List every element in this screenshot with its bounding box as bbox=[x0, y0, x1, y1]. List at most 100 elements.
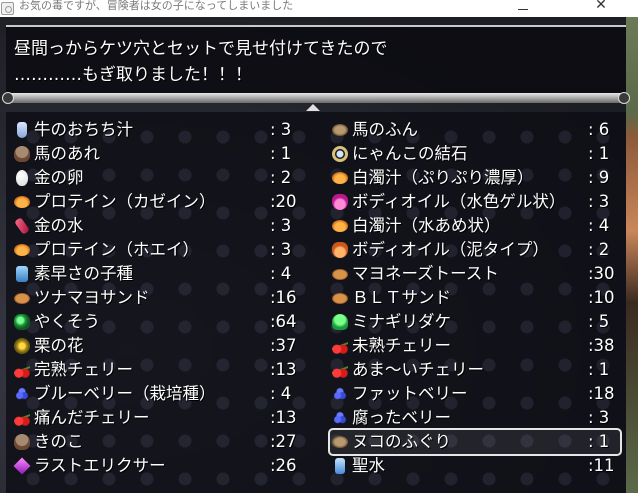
item-quantity: :27 bbox=[270, 432, 297, 451]
cherry-icon bbox=[14, 362, 30, 378]
mushroom-icon bbox=[14, 434, 30, 450]
item-quantity: : 1 bbox=[588, 360, 610, 379]
herb-icon bbox=[14, 314, 30, 330]
item-quantity: : 5 bbox=[588, 312, 610, 331]
item-name: やくそう bbox=[34, 312, 100, 331]
inventory-item[interactable]: 完熟チェリー :13 bbox=[12, 358, 302, 382]
inventory-item[interactable]: 馬のあれ : 1 bbox=[12, 142, 302, 166]
item-name: ミナギリダケ bbox=[352, 312, 451, 331]
inventory-item[interactable]: 牛のおちち汁: 3 bbox=[12, 118, 302, 142]
inventory-item[interactable]: やくそう:64 bbox=[12, 310, 302, 334]
item-name: 金の卵 bbox=[34, 168, 84, 187]
item-name: 金の水 bbox=[34, 216, 84, 235]
gem-icon bbox=[13, 457, 31, 475]
item-list-window: 牛のおちち汁: 3 馬のあれ : 1 金の卵 : 2 プロテイン（カゼイン）:20 金の水:… bbox=[6, 112, 626, 493]
dung-icon bbox=[332, 124, 348, 136]
inventory-item[interactable]: 腐ったベリー: 3 bbox=[330, 406, 620, 430]
ring-icon bbox=[332, 146, 348, 162]
item-quantity: : 3 bbox=[588, 192, 610, 211]
inventory-item[interactable]: きのこ :27 bbox=[12, 430, 302, 454]
item-name: マヨネーズトースト bbox=[352, 264, 499, 283]
inventory-item[interactable]: ラストエリクサー:26 bbox=[12, 454, 302, 478]
item-quantity: : 2 bbox=[270, 168, 292, 187]
item-quantity: :11 bbox=[588, 456, 615, 475]
item-quantity: :10 bbox=[588, 288, 615, 307]
item-name: 白濁汁（水あめ状） bbox=[352, 216, 501, 235]
inventory-item[interactable]: 素早さの子種 : 4 bbox=[12, 262, 302, 286]
shell-icon bbox=[14, 196, 30, 208]
item-quantity: :13 bbox=[270, 360, 297, 379]
inventory-item[interactable]: プロテイン（ホエイ）: 3 bbox=[12, 238, 302, 262]
shell-icon bbox=[14, 244, 30, 256]
item-quantity: : 3 bbox=[270, 120, 292, 139]
item-name: ボディオイル（水色ゲル状） bbox=[352, 192, 566, 211]
item-name: プロテイン（ホエイ） bbox=[34, 240, 199, 259]
inventory-item[interactable]: ミナギリダケ : 5 bbox=[330, 310, 620, 334]
item-quantity: : 1 bbox=[270, 144, 292, 163]
item-quantity: : 3 bbox=[270, 216, 292, 235]
item-quantity: :38 bbox=[588, 336, 615, 355]
item-quantity: : 4 bbox=[588, 216, 610, 235]
inventory-item[interactable]: ファットベリー:18 bbox=[330, 382, 620, 406]
item-quantity: : 1 bbox=[588, 144, 610, 163]
inventory-item[interactable]: ボディオイル（水色ゲル状） : 3 bbox=[330, 190, 620, 214]
item-quantity: : 6 bbox=[588, 120, 610, 139]
inventory-item[interactable]: にゃんこの結石 : 1 bbox=[330, 142, 620, 166]
item-name: きのこ bbox=[34, 432, 84, 451]
item-quantity: : 4 bbox=[270, 384, 292, 403]
inventory-item[interactable]: 栗の花 :37 bbox=[12, 334, 302, 358]
scroll-up-arrow-icon[interactable] bbox=[306, 104, 320, 111]
item-name: あま～いチェリー bbox=[352, 360, 484, 379]
message-window: 昼間っからケツ穴とセットで見せ付けてきたので …………もぎ取りました！！！ bbox=[6, 25, 626, 102]
item-name: ツナマヨサンド bbox=[34, 288, 150, 307]
window-title-bar: お気の毒ですが、冒険者は女の子になってしまいました ✕ bbox=[0, 0, 638, 17]
bottle-icon bbox=[17, 122, 27, 138]
inventory-item[interactable]: 金の水 : 3 bbox=[12, 214, 302, 238]
inventory-item[interactable]: ボディオイル（泥タイプ）: 2 bbox=[330, 238, 620, 262]
inventory-item[interactable]: 白濁汁（水あめ状） : 4 bbox=[330, 214, 620, 238]
inventory-item[interactable]: ヌコのふぐり : 1 bbox=[328, 428, 622, 456]
item-name: ヌコのふぐり bbox=[352, 432, 451, 451]
potion-icon bbox=[332, 194, 348, 210]
inventory-item[interactable]: ツナマヨサンド:16 bbox=[12, 286, 302, 310]
app-icon bbox=[1, 2, 14, 15]
item-quantity: : 4 bbox=[270, 264, 292, 283]
mushroom-green-icon bbox=[332, 314, 348, 330]
water-icon bbox=[335, 458, 345, 474]
item-quantity: : 9 bbox=[588, 168, 610, 187]
inventory-item[interactable]: 未熟チェリー:38 bbox=[330, 334, 620, 358]
item-name: プロテイン（カゼイン） bbox=[34, 192, 216, 211]
item-name: 栗の花 bbox=[34, 336, 84, 355]
inventory-item[interactable]: 馬のふん : 6 bbox=[330, 118, 620, 142]
shell-icon bbox=[332, 220, 348, 232]
item-name: ファットベリー bbox=[352, 384, 468, 403]
cherry-icon bbox=[332, 338, 348, 354]
inventory-item[interactable]: 聖水:11 bbox=[330, 454, 620, 478]
bread-icon bbox=[332, 293, 348, 304]
minimize-button[interactable] bbox=[500, 0, 546, 17]
item-name: 馬のあれ bbox=[34, 144, 100, 163]
item-quantity: : 1 bbox=[588, 432, 610, 451]
item-name: 痛んだチェリー bbox=[34, 408, 150, 427]
item-quantity: : 2 bbox=[588, 240, 610, 259]
inventory-item[interactable]: ブルーベリー（栽培種）: 4 bbox=[12, 382, 302, 406]
potion-orange-icon bbox=[332, 242, 348, 258]
item-quantity: :30 bbox=[588, 264, 615, 283]
shell-icon bbox=[332, 172, 348, 184]
item-name: 馬のふん bbox=[352, 120, 418, 139]
close-button[interactable]: ✕ bbox=[578, 0, 624, 17]
item-quantity: :37 bbox=[270, 336, 297, 355]
inventory-item[interactable]: マヨネーズトースト :30 bbox=[330, 262, 620, 286]
item-quantity: :13 bbox=[270, 408, 297, 427]
inventory-item[interactable]: 痛んだチェリー :13 bbox=[12, 406, 302, 430]
inventory-item[interactable]: プロテイン（カゼイン）:20 bbox=[12, 190, 302, 214]
item-name: にゃんこの結石 bbox=[352, 144, 468, 163]
item-name: ＢＬＴサンド bbox=[352, 288, 451, 307]
inventory-item[interactable]: 白濁汁（ぷりぷり濃厚）: 9 bbox=[330, 166, 620, 190]
item-quantity: :26 bbox=[270, 456, 297, 475]
inventory-item[interactable]: あま～いチェリー : 1 bbox=[330, 358, 620, 382]
inventory-item[interactable]: 金の卵 : 2 bbox=[12, 166, 302, 190]
item-name: 完熟チェリー bbox=[34, 360, 133, 379]
item-name: 素早さの子種 bbox=[34, 264, 133, 283]
inventory-item[interactable]: ＢＬＴサンド :10 bbox=[330, 286, 620, 310]
